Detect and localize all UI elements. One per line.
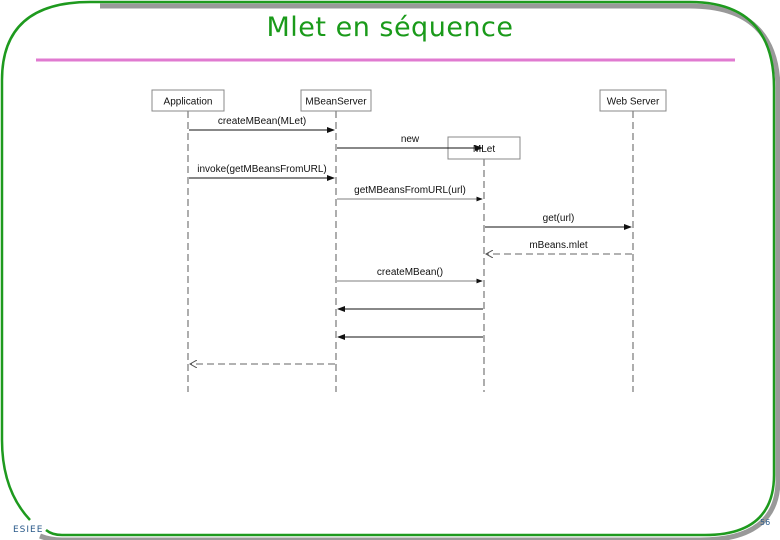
participant-server: MBeanServer: [300, 89, 372, 392]
message-label: mBeans.mlet: [529, 240, 588, 251]
participant-label: Application: [164, 97, 213, 108]
participant-app: Application: [151, 89, 225, 392]
message-label: invoke(getMBeansFromURL): [197, 164, 327, 175]
footer-institution: ESIEE: [13, 525, 44, 535]
message-3: invoke(getMBeansFromURL): [189, 164, 335, 181]
participant-label: MBeanServer: [305, 97, 367, 108]
message-6: mBeans.mlet: [486, 240, 632, 254]
message-label: get(url): [543, 213, 575, 224]
message-label: getMBeansFromURL(url): [354, 185, 466, 196]
message-1: createMBean(MLet): [189, 116, 335, 133]
participant-label: Web Server: [607, 97, 660, 108]
participant-mlet: MLet: [447, 136, 521, 392]
message-4: getMBeansFromURL(url): [337, 185, 483, 202]
message-5: get(url): [485, 213, 632, 230]
participant-label: MLet: [473, 144, 495, 155]
message-label: createMBean(): [377, 267, 443, 278]
page-number: 56: [760, 518, 771, 527]
message-label: new: [401, 134, 420, 145]
sequence-diagram: Application MBeanServer MLet Web Server cre…: [151, 89, 667, 392]
message-7: createMBean(): [337, 267, 483, 284]
participant-web: Web Server: [599, 89, 667, 392]
message-label: createMBean(MLet): [218, 116, 306, 127]
